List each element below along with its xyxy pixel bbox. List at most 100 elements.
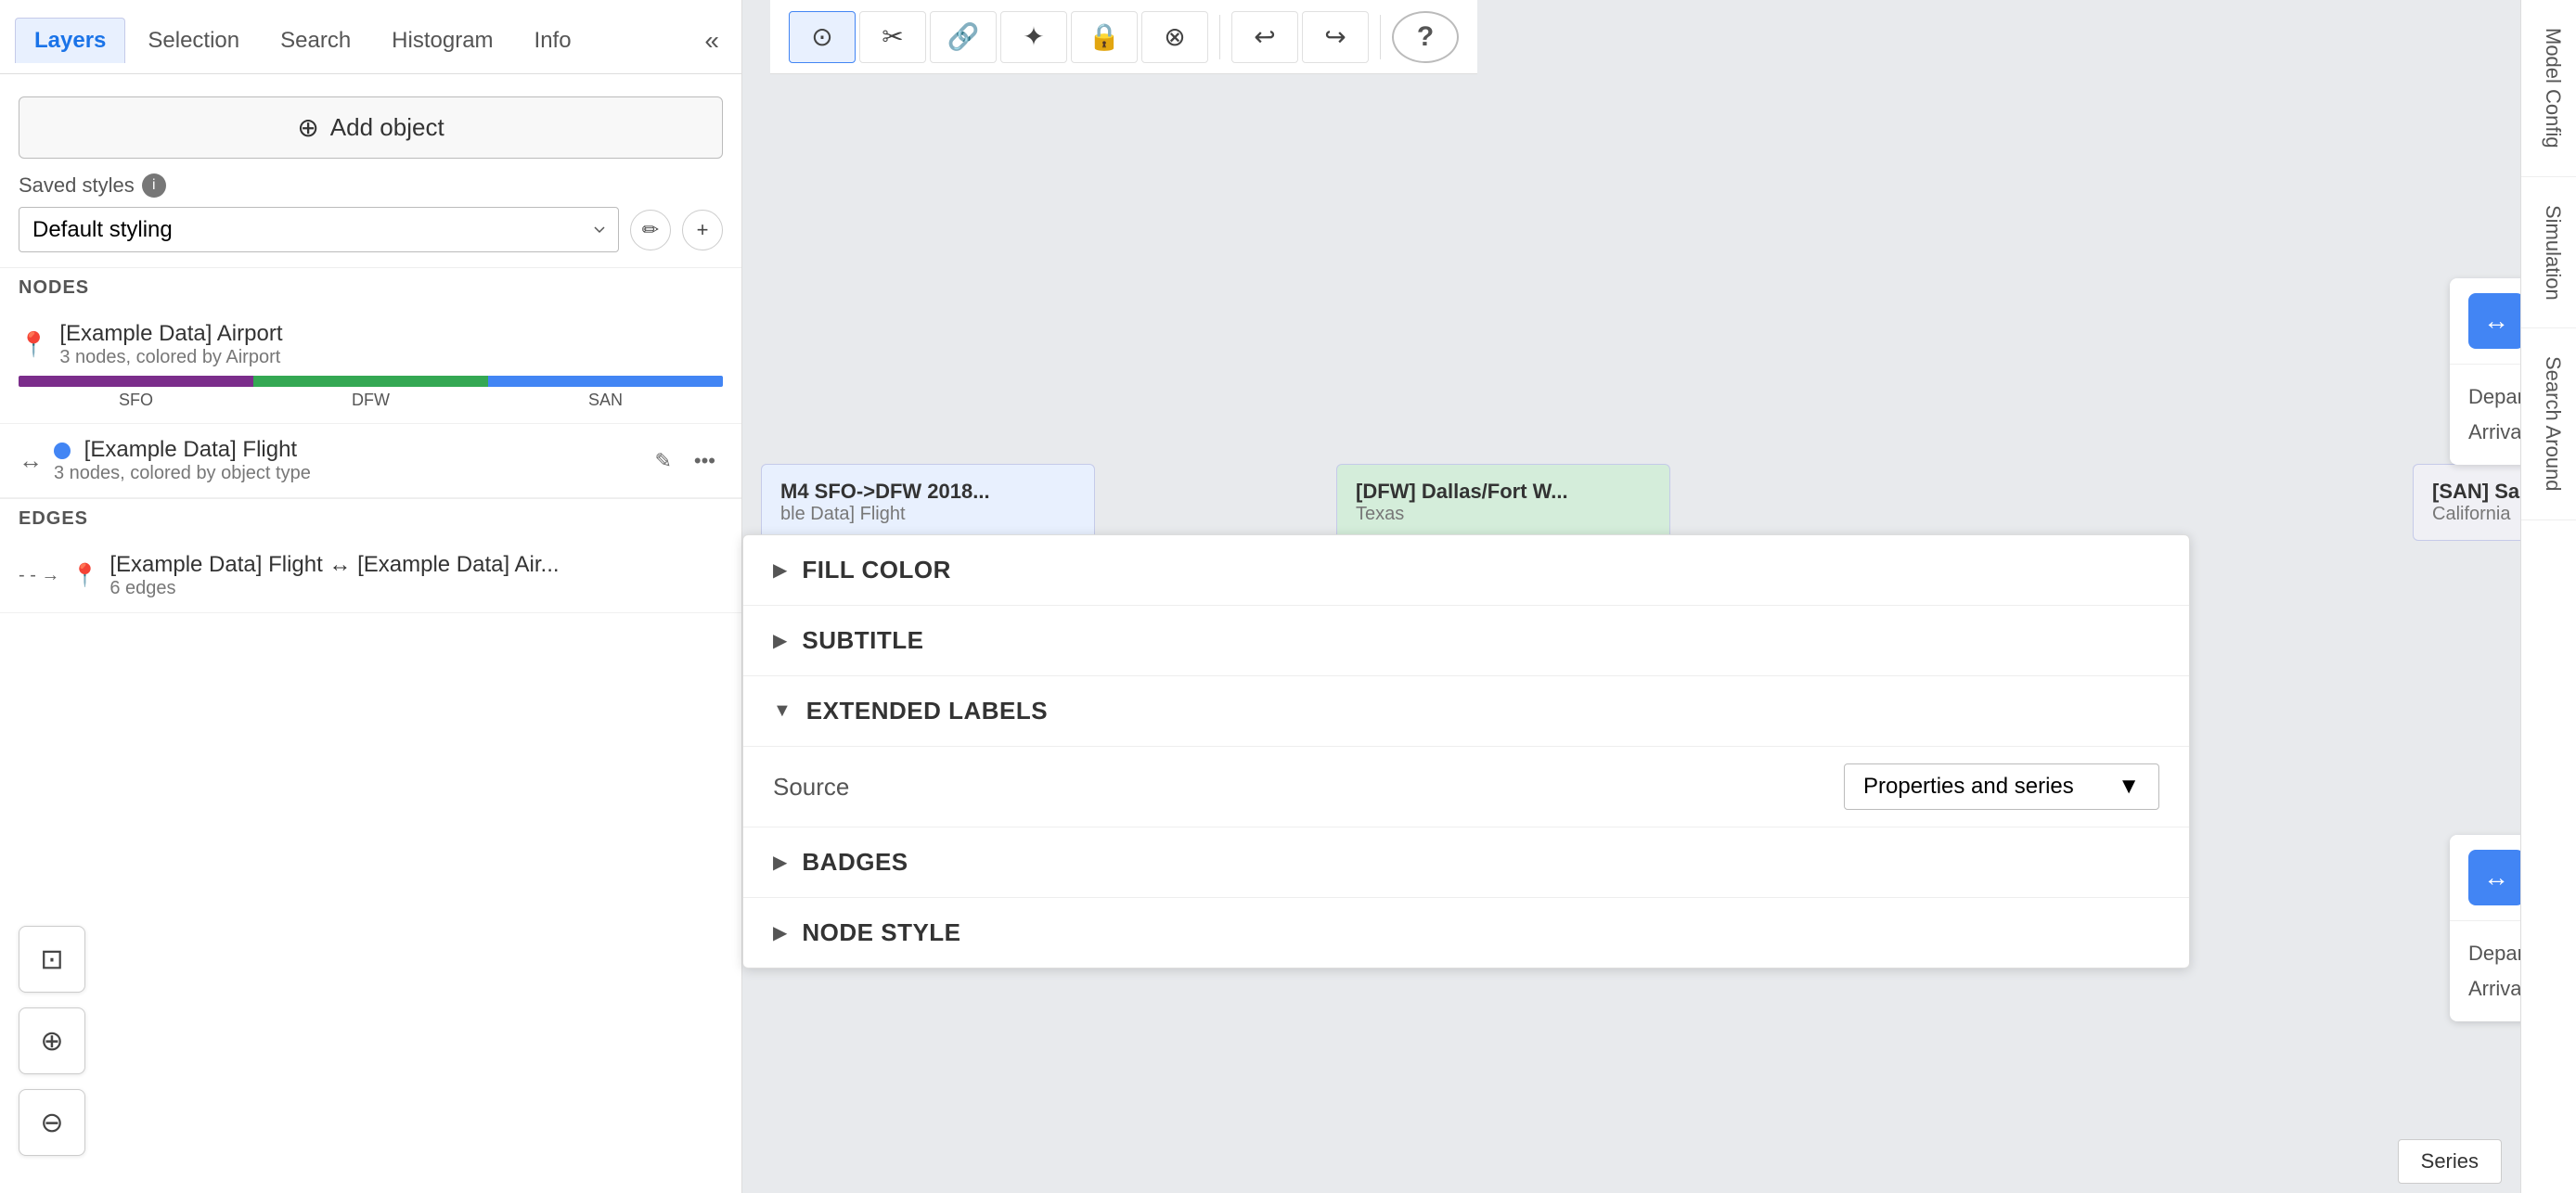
graph-node-san[interactable]: [SAN] San Diego Inte... California <box>2413 464 2520 541</box>
card2-departure-key: Departure Time <box>2468 942 2520 966</box>
layer-edge-sub: 6 edges <box>109 578 723 599</box>
color-sfo <box>19 376 253 387</box>
lock-tool-button[interactable]: 🔒 <box>1071 11 1138 63</box>
pin-icon: 📍 <box>19 330 48 359</box>
source-select[interactable]: Properties and series ▼ <box>1844 763 2159 810</box>
badges-arrow: ▶ <box>773 851 787 874</box>
layer-flight-name: [Example Data] Flight <box>54 437 636 463</box>
bottom-controls: ⊡ ⊕ ⊖ <box>19 926 85 1156</box>
node-card-dfw-san: ↔ AA1064 DFW->SAN 2018... [Example Data]… <box>2450 278 2520 465</box>
flight-dot-icon <box>54 443 71 459</box>
toolbar-tools: ⊙ ✂ 🔗 ✦ 🔒 ⊗ <box>789 11 1208 63</box>
help-button[interactable]: ? <box>1392 11 1459 63</box>
flight-card-icon-1: ↔ <box>2468 293 2520 349</box>
layer-airport-name: [Example Data] Airport <box>59 321 723 347</box>
collapse-sidebar-button[interactable]: « <box>697 19 727 63</box>
graph-node-sfo-title: M4 SFO->DFW 2018... <box>780 480 1075 504</box>
color-bar-airport <box>19 376 723 387</box>
card1-arrival-key: Arrival Time <box>2468 420 2520 444</box>
cluster-tool-button[interactable]: ✦ <box>1000 11 1067 63</box>
graph-node-dfw-title: [DFW] Dallas/Fort W... <box>1356 480 1651 504</box>
node-card-header-2: ↔ AA1064 SAN->DFW 2018... [Example Data]… <box>2450 835 2520 921</box>
right-tab-model-config[interactable]: Model Config <box>2521 0 2576 177</box>
layer-item-flight[interactable]: ↔ [Example Data] Flight 3 nodes, colored… <box>0 424 741 498</box>
saved-styles-section: Saved styles i Default styling ✏ + <box>0 173 741 267</box>
card2-departure-row: Departure Time 1036 <box>2468 936 2520 971</box>
layer-flight-info: [Example Data] Flight 3 nodes, colored b… <box>54 437 636 484</box>
layer-edge-info: [Example Data] Flight ↔ [Example Data] A… <box>109 552 723 599</box>
right-tab-search-around[interactable]: Search Around <box>2521 328 2576 520</box>
subtitle-label: SUBTITLE <box>802 626 923 655</box>
card1-arrival-row: Arrival Time 0944 <box>2468 415 2520 450</box>
toolbar-separator2 <box>1380 15 1381 59</box>
fit-view-button[interactable]: ⊡ <box>19 926 85 993</box>
flight-card-icon-2: ↔ <box>2468 850 2520 905</box>
layer-item-edge-header: - - → 📍 [Example Data] Flight ↔ [Example… <box>19 552 723 599</box>
undo-button[interactable]: ↩ <box>1231 11 1298 63</box>
cut-tool-button[interactable]: ✂ <box>859 11 926 63</box>
add-object-label: Add object <box>330 113 444 142</box>
edit-layer-button[interactable]: ✎ <box>647 445 678 477</box>
graph-node-san-title: [SAN] San Diego Inte... <box>2432 480 2520 504</box>
zoom-out-button[interactable]: ⊖ <box>19 1089 85 1156</box>
redo-button[interactable]: ↪ <box>1302 11 1369 63</box>
link-tool-button[interactable]: 🔗 <box>930 11 997 63</box>
popup-panel: ▶ FILL COLOR ▶ SUBTITLE ▼ EXTENDED LABEL… <box>742 534 2190 969</box>
color-san <box>488 376 723 387</box>
add-style-button[interactable]: + <box>682 210 723 250</box>
delete-tool-button[interactable]: ⊗ <box>1141 11 1208 63</box>
card1-departure-row: Departure Time 0844 <box>2468 379 2520 415</box>
edit-style-button[interactable]: ✏ <box>630 210 671 250</box>
layer-item-flight-header: ↔ [Example Data] Flight 3 nodes, colored… <box>19 437 723 484</box>
fill-color-arrow: ▶ <box>773 558 787 582</box>
info-icon[interactable]: i <box>142 173 166 198</box>
tab-histogram[interactable]: Histogram <box>373 19 511 63</box>
card2-body: Departure Time 1036 Arrival Time 1538 <box>2450 921 2520 1021</box>
graph-node-dfw[interactable]: [DFW] Dallas/Fort W... Texas <box>1336 464 1670 541</box>
popup-fill-color-row[interactable]: ▶ FILL COLOR <box>743 535 2189 606</box>
source-label: Source <box>773 773 849 802</box>
graph-node-dfw-sub: Texas <box>1356 504 1651 525</box>
style-select[interactable]: Default styling <box>19 207 619 252</box>
zoom-in-button[interactable]: ⊕ <box>19 1007 85 1074</box>
graph-node-san-sub: California <box>2432 504 2520 525</box>
popup-extended-labels-row[interactable]: ▼ EXTENDED LABELS <box>743 676 2189 747</box>
popup-node-style-row[interactable]: ▶ NODE STYLE <box>743 898 2189 968</box>
popup-subtitle-row[interactable]: ▶ SUBTITLE <box>743 606 2189 676</box>
color-labels: SFO DFW SAN <box>19 391 723 410</box>
fill-color-label: FILL COLOR <box>802 556 951 584</box>
card1-departure-key: Departure Time <box>2468 385 2520 409</box>
layer-item-airport[interactable]: 📍 [Example Data] Airport 3 nodes, colore… <box>0 308 741 424</box>
card1-body: Departure Time 0844 Arrival Time 0944 <box>2450 365 2520 465</box>
color-label-dfw: DFW <box>253 391 488 410</box>
node-style-label: NODE STYLE <box>802 918 960 947</box>
color-label-san: SAN <box>488 391 723 410</box>
popup-badges-row[interactable]: ▶ BADGES <box>743 827 2189 898</box>
layer-flight-sub: 3 nodes, colored by object type <box>54 463 636 484</box>
more-layer-button[interactable]: ••• <box>687 445 723 477</box>
popup-source-row: Source Properties and series ▼ <box>743 747 2189 827</box>
sidebar: Layers Selection Search Histogram Info «… <box>0 0 742 1193</box>
layer-item-airport-header: 📍 [Example Data] Airport 3 nodes, colore… <box>19 321 723 368</box>
card2-arrival-row: Arrival Time 1538 <box>2468 971 2520 1007</box>
tab-search[interactable]: Search <box>262 19 369 63</box>
select-tool-button[interactable]: ⊙ <box>789 11 856 63</box>
style-select-row: Default styling ✏ + <box>19 207 723 252</box>
right-tab-simulation[interactable]: Simulation <box>2521 177 2576 329</box>
node-style-arrow: ▶ <box>773 921 787 944</box>
edge-icon: - - → <box>19 565 59 586</box>
tab-layers[interactable]: Layers <box>15 18 125 63</box>
badges-label: BADGES <box>802 848 908 877</box>
graph-node-sfo-sub: ble Data] Flight <box>780 504 1075 525</box>
series-button[interactable]: Series <box>2398 1139 2502 1184</box>
layer-item-edge[interactable]: - - → 📍 [Example Data] Flight ↔ [Example… <box>0 539 741 613</box>
layer-airport-sub: 3 nodes, colored by Airport <box>59 347 723 368</box>
graph-node-sfo-flight[interactable]: M4 SFO->DFW 2018... ble Data] Flight <box>761 464 1095 541</box>
tab-bar: Layers Selection Search Histogram Info « <box>0 0 741 74</box>
extended-labels-arrow: ▼ <box>773 700 792 722</box>
tab-info[interactable]: Info <box>516 19 590 63</box>
source-select-value: Properties and series <box>1863 774 2074 800</box>
layer-airport-info: [Example Data] Airport 3 nodes, colored … <box>59 321 723 368</box>
tab-selection[interactable]: Selection <box>129 19 258 63</box>
add-object-button[interactable]: ⊕ Add object <box>19 96 723 159</box>
